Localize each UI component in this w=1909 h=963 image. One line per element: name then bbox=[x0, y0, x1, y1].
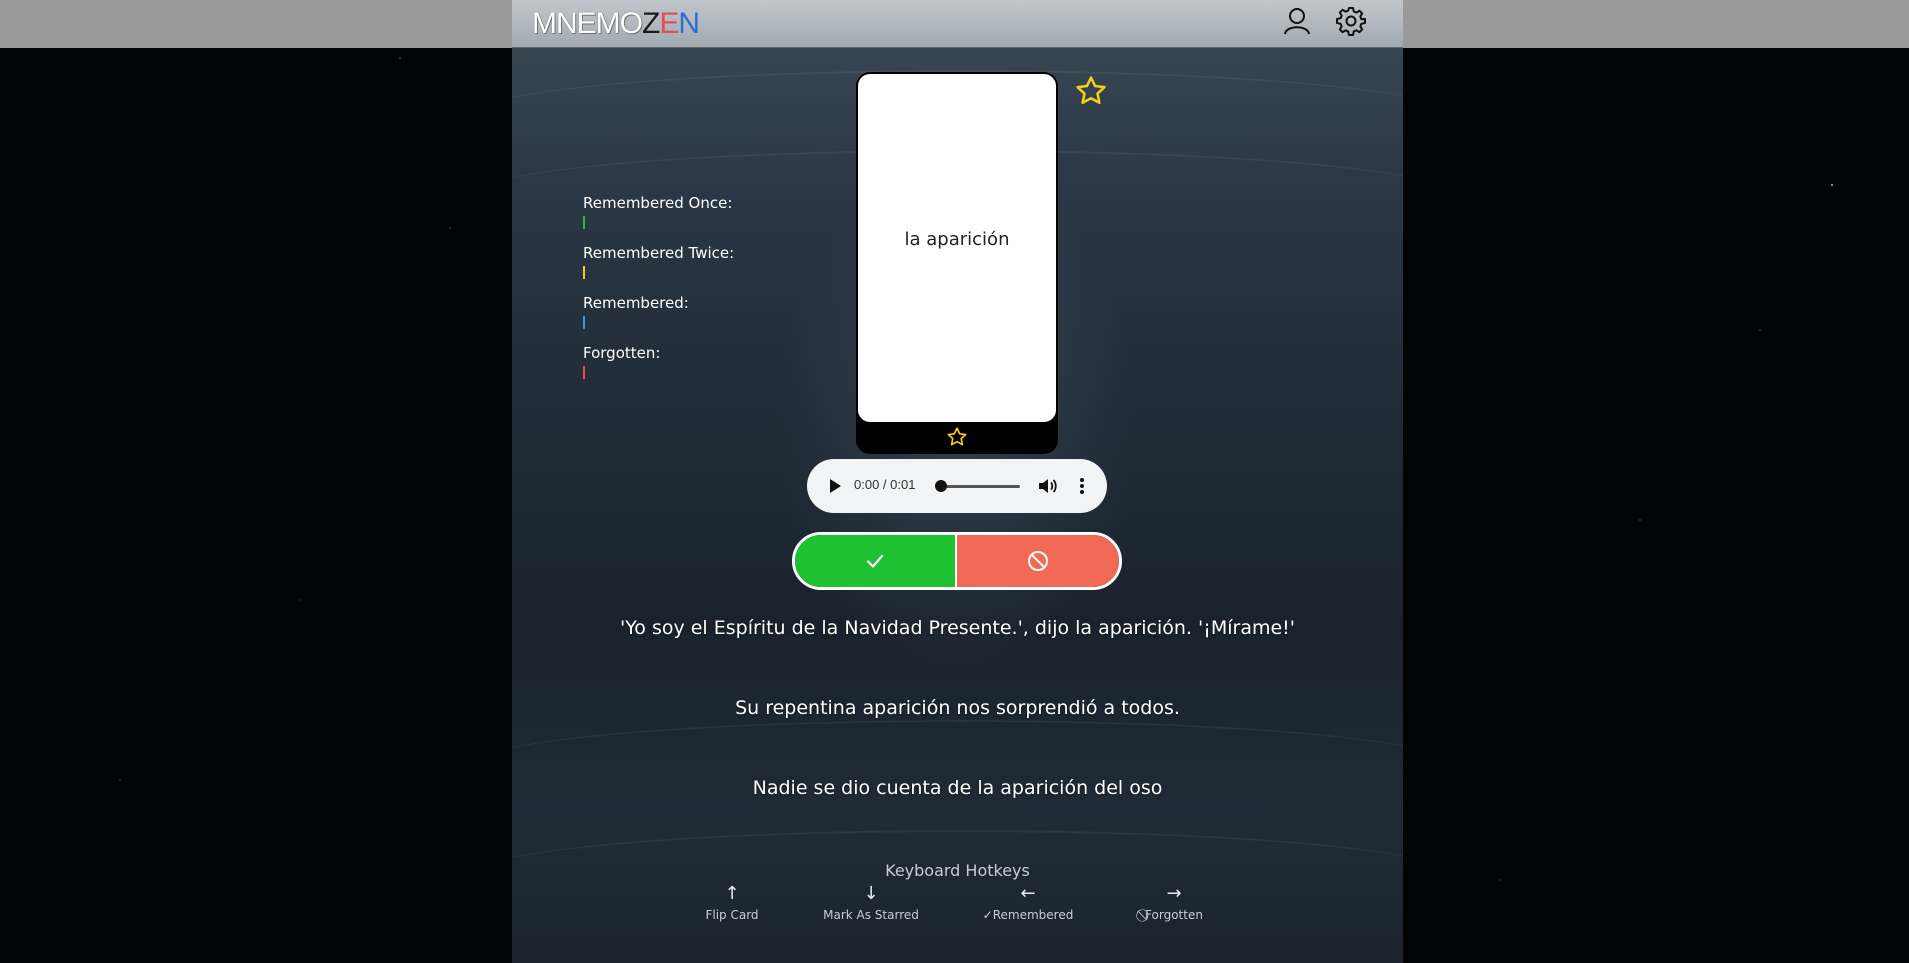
hotkey-label: Flip Card bbox=[705, 908, 759, 922]
check-icon bbox=[866, 554, 884, 568]
header-backdrop-left bbox=[0, 0, 512, 48]
example-sentence: 'Yo soy el Espíritu de la Navidad Presen… bbox=[619, 617, 1296, 639]
top-header: MNEMOZEN bbox=[512, 0, 1403, 48]
hotkey-flip-card: ↑ Flip Card bbox=[697, 883, 767, 923]
user-icon[interactable] bbox=[1282, 6, 1312, 36]
favorite-star-icon[interactable] bbox=[1074, 74, 1108, 108]
stat-label: Remembered Twice: bbox=[583, 244, 735, 262]
stat-bar bbox=[583, 316, 585, 329]
hotkey-mark-starred: ↓ Mark As Starred bbox=[816, 883, 926, 923]
logo-letter-n: N bbox=[678, 7, 700, 40]
stat-label: Remembered: bbox=[583, 294, 689, 312]
arrow-up-icon: ↑ bbox=[724, 883, 740, 904]
ban-icon bbox=[1028, 551, 1048, 571]
stat-bar bbox=[583, 366, 585, 379]
audio-player: 0:00 / 0:01 bbox=[807, 459, 1107, 513]
stat-bar bbox=[583, 216, 585, 229]
audio-seek-thumb[interactable] bbox=[935, 480, 947, 492]
audio-time: 0:00 / 0:01 bbox=[854, 477, 916, 492]
stat-remembered-once: Remembered Once: bbox=[583, 193, 734, 243]
stat-label: Forgotten: bbox=[583, 344, 661, 362]
arrow-right-icon: → bbox=[1166, 883, 1182, 904]
hotkeys-title: Keyboard Hotkeys bbox=[885, 861, 1030, 880]
example-sentence: Su repentina aparición nos sorprendió a … bbox=[735, 697, 1180, 719]
flashcard[interactable]: la aparición bbox=[856, 72, 1058, 454]
stat-remembered: Remembered: bbox=[583, 293, 734, 343]
play-icon[interactable] bbox=[827, 477, 843, 495]
hotkey-label: ⃠Forgotten bbox=[1145, 908, 1203, 922]
stat-forgotten: Forgotten: bbox=[583, 343, 734, 393]
star-icon[interactable] bbox=[946, 426, 968, 448]
stat-label: Remembered Once: bbox=[583, 194, 733, 212]
hotkey-label: ✓Remembered bbox=[982, 908, 1074, 922]
logo-letter-e: E bbox=[659, 7, 679, 40]
app-logo[interactable]: MNEMOZEN bbox=[532, 6, 700, 42]
flashcard-face[interactable]: la aparición bbox=[858, 74, 1056, 422]
progress-stats: Remembered Once: Remembered Twice: Remem… bbox=[583, 193, 734, 393]
gear-icon[interactable] bbox=[1336, 6, 1366, 36]
logo-text-prefix: MNEMO bbox=[532, 7, 643, 40]
hotkey-label: Mark As Starred bbox=[823, 908, 919, 922]
header-backdrop-right bbox=[1403, 0, 1909, 48]
hotkey-forgotten: → ⃠Forgotten bbox=[1124, 884, 1224, 923]
forgotten-button[interactable] bbox=[957, 535, 1119, 587]
arrow-down-icon: ↓ bbox=[863, 883, 879, 904]
stat-bar bbox=[583, 266, 585, 279]
stat-remembered-twice: Remembered Twice: bbox=[583, 243, 734, 293]
arrow-left-icon: ← bbox=[1020, 883, 1036, 904]
answer-buttons bbox=[792, 532, 1122, 590]
logo-letter-z: Z bbox=[642, 7, 660, 40]
volume-icon[interactable] bbox=[1037, 476, 1059, 496]
flashcard-word: la aparición bbox=[904, 228, 1010, 250]
remembered-button[interactable] bbox=[795, 535, 957, 587]
example-sentence: Nadie se dio cuenta de la aparición del … bbox=[752, 777, 1163, 799]
audio-seek-track[interactable] bbox=[940, 485, 1020, 488]
more-options-icon[interactable] bbox=[1079, 476, 1085, 496]
hotkey-remembered: ← ✓Remembered bbox=[978, 883, 1078, 923]
